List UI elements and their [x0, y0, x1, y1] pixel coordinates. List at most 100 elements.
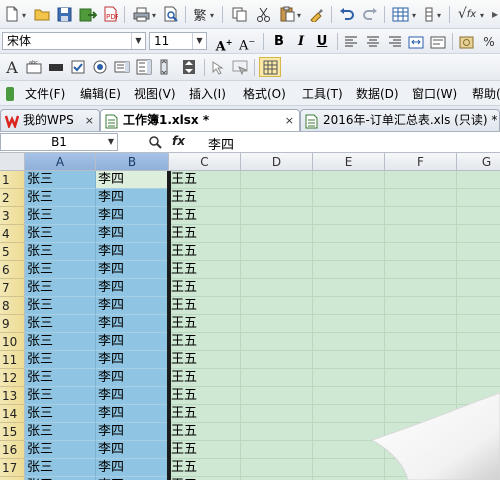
toolbar-more-icon[interactable]: ▸ [488, 5, 500, 23]
redo-icon[interactable] [361, 5, 379, 23]
toolbar-separator [331, 6, 332, 23]
document-tab-bar: 我的WPS × 工作簿1.xlsx * × 2016年-订单汇总表.xls (只… [0, 106, 500, 132]
toolbar-separator [204, 59, 205, 76]
sum-icon[interactable]: √ fx [456, 5, 478, 23]
zoom-formula-icon[interactable] [148, 134, 162, 150]
print-preview-icon[interactable] [162, 5, 180, 23]
new-dropdown-icon[interactable]: ▾ [22, 11, 26, 20]
convert-dropdown-icon[interactable]: ▾ [210, 11, 214, 20]
traditional-chinese-icon[interactable]: 繁 [191, 5, 209, 24]
font-name-select[interactable]: 宋体 ▼ [2, 32, 146, 50]
textbox-control-icon[interactable]: abc [25, 58, 43, 76]
menu-edit[interactable]: 编辑(E) [80, 85, 121, 103]
tab-close-icon[interactable]: × [85, 110, 94, 131]
paste-icon[interactable] [278, 5, 296, 23]
new-document-icon[interactable] [3, 5, 21, 23]
listbox-control-icon[interactable] [113, 58, 131, 76]
row-col-dropdown-icon[interactable]: ▾ [437, 11, 441, 20]
font-name-dropdown-icon[interactable]: ▼ [131, 33, 145, 49]
spreadsheet-grid: A B C D E F G 1 张三 李四 王五 2 张三 李四 王五 3 张三 李四 王五 4 张三 李四… [0, 153, 500, 480]
select-object-icon[interactable] [209, 58, 227, 76]
copy-icon[interactable] [230, 5, 248, 23]
align-center-icon[interactable] [364, 33, 382, 51]
name-box-dropdown-icon[interactable]: ▼ [105, 134, 117, 150]
underline-label: U [316, 34, 328, 49]
tab-label: 我的WPS [23, 113, 74, 127]
menu-view[interactable]: 视图(V) [134, 85, 176, 103]
formatting-toolbar: 宋体 ▼ 11 ▼ A+ A− B I U % [0, 29, 500, 54]
toolbar-separator [254, 59, 255, 76]
paste-dropdown-icon[interactable]: ▾ [297, 11, 301, 20]
align-right-icon[interactable] [386, 33, 404, 51]
format-painter-icon[interactable] [307, 5, 325, 23]
toolbar-separator [384, 6, 385, 23]
borders-icon[interactable] [390, 5, 410, 23]
tab-order-summary[interactable]: 2016年-订单汇总表.xls (只读) * [300, 109, 500, 131]
radio-control-icon[interactable] [91, 58, 109, 76]
export-icon[interactable] [78, 5, 98, 23]
currency-format-icon[interactable] [457, 33, 475, 51]
bold-label: B [274, 34, 284, 49]
svg-text:abc: abc [29, 60, 38, 66]
menu-bar: 文件(F) 编辑(E) 视图(V) 插入(I) 格式(O) 工具(T) 数据(D… [0, 81, 500, 106]
cut-icon[interactable] [254, 5, 272, 23]
row-col-icon[interactable] [422, 5, 436, 23]
menu-bar-grip-icon [3, 85, 17, 103]
font-size-select[interactable]: 11 ▼ [149, 32, 207, 50]
control-properties-icon[interactable] [231, 58, 249, 76]
shrink-font-label: A [238, 38, 249, 54]
controls-toolbar: A abc [0, 54, 500, 81]
tab-workbook1[interactable]: 工作簿1.xlsx * × [100, 109, 300, 131]
merge-center-icon[interactable] [407, 33, 425, 51]
menu-window[interactable]: 窗口(W) [412, 85, 457, 103]
toolbar-separator [452, 33, 453, 50]
cell-reference: B1 [51, 135, 67, 149]
spreadsheet-file-icon [305, 114, 319, 131]
italic-label: I [297, 34, 305, 49]
label-control-icon[interactable]: A [3, 58, 21, 77]
grow-font-button[interactable]: A+ [215, 33, 233, 53]
export-pdf-icon[interactable]: PDF [101, 5, 119, 23]
align-left-icon[interactable] [342, 33, 360, 51]
spinner-control-icon[interactable] [180, 58, 198, 76]
insert-function-button[interactable]: fx [172, 134, 185, 148]
sum-dropdown-icon[interactable]: ▾ [480, 11, 484, 20]
toolbar-separator [124, 6, 125, 23]
sum-label: √ [457, 6, 467, 22]
menu-tools[interactable]: 工具(T) [302, 85, 343, 103]
shrink-font-button[interactable]: A− [238, 33, 256, 54]
toggle-grid-icon[interactable] [259, 57, 281, 77]
combo-box-icon[interactable] [135, 58, 153, 76]
wrap-text-icon[interactable] [429, 33, 447, 51]
toolbar-separator [449, 6, 450, 23]
scrollbar-control-icon[interactable] [157, 58, 171, 76]
save-icon[interactable] [55, 5, 73, 23]
menu-format[interactable]: 格式(O) [243, 85, 286, 103]
traditional-chinese-label: 繁 [193, 8, 207, 24]
group-box-icon[interactable] [47, 58, 65, 76]
open-folder-icon[interactable] [33, 5, 51, 23]
tab-close-icon[interactable]: × [285, 110, 294, 131]
font-size-dropdown-icon[interactable]: ▼ [192, 33, 206, 49]
borders-dropdown-icon[interactable]: ▾ [412, 11, 416, 20]
wps-logo-icon [4, 114, 20, 131]
underline-button[interactable]: U [313, 33, 331, 51]
menu-data[interactable]: 数据(D) [356, 85, 399, 103]
checkbox-control-icon[interactable] [69, 58, 87, 76]
bold-button[interactable]: B [270, 33, 288, 51]
menu-file[interactable]: 文件(F) [25, 85, 65, 103]
percent-format-icon[interactable]: % [479, 33, 499, 51]
name-box[interactable]: B1 ▼ [0, 133, 118, 151]
toolbar-separator [263, 33, 264, 50]
italic-button[interactable]: I [292, 33, 310, 51]
toolbar-separator [337, 33, 338, 50]
tab-my-wps[interactable]: 我的WPS × [0, 109, 100, 131]
print-icon[interactable] [131, 5, 151, 23]
spreadsheet-file-icon [105, 114, 119, 131]
menu-insert[interactable]: 插入(I) [189, 85, 226, 103]
print-dropdown-icon[interactable]: ▾ [152, 11, 156, 20]
undo-icon[interactable] [338, 5, 356, 23]
menu-help[interactable]: 帮助( [472, 85, 500, 103]
insert-function-label: fx [466, 8, 477, 20]
formula-input[interactable]: 李四 [208, 134, 234, 152]
